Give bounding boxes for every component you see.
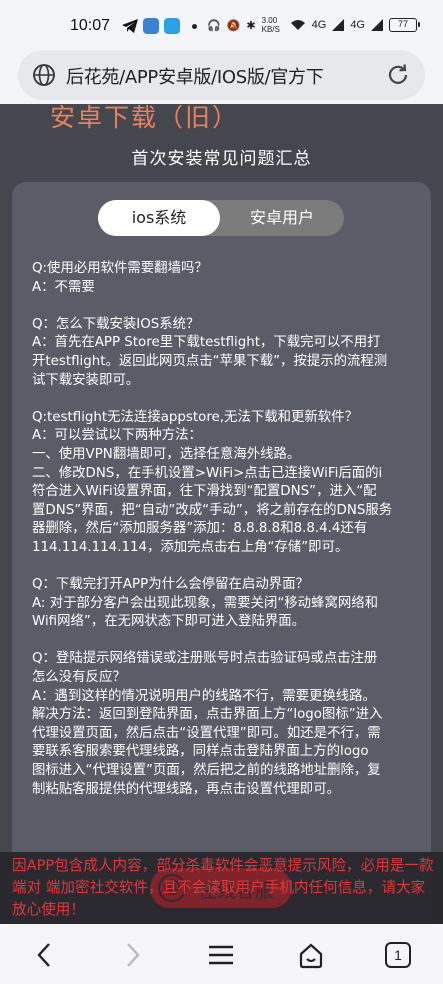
faq-question: Q:testflight无法连接appstore,无法下载和更新软件？ bbox=[32, 409, 358, 425]
menu-icon[interactable] bbox=[206, 940, 236, 970]
faq-item: Q：下载完打开APP为什么会停留在启动界面？ A: 对于部分客户会出现此现象，需… bbox=[32, 576, 418, 632]
status-bar: 10:07 🎧 🔕 ✱ 3.00 KB/S 4G 4G 77 bbox=[0, 0, 443, 44]
signal-1-icon bbox=[332, 19, 345, 31]
home-icon[interactable] bbox=[296, 940, 326, 970]
faq-answer: 图标进入“代理设置”页面，然后把之前的线路地址删除，复 bbox=[32, 763, 381, 779]
web-page: 安卓下载（旧） 首次安装常见问题汇总 ios系统 安卓用户 Q:使用必用软件需要… bbox=[0, 104, 443, 924]
mute-icon: 🔕 bbox=[226, 19, 241, 32]
tabs-count-button[interactable]: 1 bbox=[385, 942, 411, 968]
faq-answer: 开testflight。返回此网页点击“苹果下载”，按提示的流程测 bbox=[32, 353, 388, 369]
faq-answer: A：可以尝试以下两种方法： bbox=[32, 428, 202, 444]
url-text[interactable]: 后花苑/APP安卓版/IOS版/官方下 bbox=[66, 63, 384, 89]
faq-answer: 114.114.114.114，添加完点击右上角“存储”即可。 bbox=[32, 539, 349, 555]
faq-card: ios系统 安卓用户 Q:使用必用软件需要翻墙吗？ A：不需要 Q：怎么下载安装… bbox=[12, 182, 431, 924]
back-icon[interactable] bbox=[30, 940, 60, 970]
faq-answer: 一、使用VPN翻墙即可，选择任意海外线路。 bbox=[32, 446, 301, 462]
faq-question: Q：登陆提示网络错误或注册账号时点击验证码或点击注册 bbox=[32, 651, 378, 667]
faq-question: Q:使用必用软件需要翻墙吗？ bbox=[32, 261, 208, 276]
faq-item: Q:testflight无法连接appstore,无法下载和更新软件？ A：可以… bbox=[32, 409, 418, 558]
status-indicators: 🎧 🔕 ✱ 3.00 KB/S 4G 4G 77 bbox=[207, 16, 420, 34]
faq-answer: 试下载安装即可。 bbox=[32, 372, 140, 388]
warning-text: 因APP包含成人内容，部分杀毒软件会恶意提示风险，必用是一款端对 端加密社交软件… bbox=[12, 857, 434, 918]
platform-tabs: ios系统 安卓用户 bbox=[98, 200, 344, 236]
reload-icon[interactable] bbox=[385, 62, 411, 88]
faq-answer: 符合进入WiFi设置界面，往下滑找到“配置DNS”，进入“配 bbox=[32, 484, 377, 500]
faq-item: Q：怎么下载安装IOS系统？ A：首先在APP Store里下载testflig… bbox=[32, 316, 418, 390]
faq-question: Q：下载完打开APP为什么会停留在启动界面？ bbox=[32, 577, 309, 593]
browser-toolbar: 后花苑/APP安卓版/IOS版/官方下 bbox=[0, 44, 443, 104]
faq-answer: A: 对于部分客户会出现此现象，需要关闭“移动蜂窝网络和 bbox=[32, 595, 379, 611]
notification-dot-icon bbox=[192, 24, 197, 29]
globe-icon bbox=[33, 64, 55, 86]
faq-answer: 二、修改DNS，在手机设置>WiFi>点击已连接WiFi后面的i bbox=[32, 465, 383, 481]
app-icon-blue bbox=[143, 18, 159, 34]
status-time: 10:07 bbox=[70, 17, 111, 34]
risk-warning-banner: @ 在线客服 因APP包含成人内容，部分杀毒软件会恶意提示风险，必用是一款端对 … bbox=[0, 852, 443, 924]
browser-bottom-nav: 1 bbox=[0, 924, 443, 984]
telegram-icon bbox=[122, 19, 138, 33]
faq-answer: 解决方法：返回到登陆界面，点击界面上方“logo图标”进入 bbox=[32, 707, 383, 723]
faq-answer: 代理设置页面，然后点击“设置代理”即可。如还是不行，需 bbox=[32, 725, 381, 741]
faq-question: 怎么没有反应？ bbox=[32, 670, 126, 686]
wifi-icon bbox=[290, 20, 305, 30]
faq-answer: 置DNS”界面，把“自动”改成“手动”，将之前存在的DNS服务 bbox=[32, 502, 393, 518]
faq-answer: A：首先在APP Store里下载testflight，下载完可以不用打 bbox=[32, 335, 381, 351]
faq-item: Q：登陆提示网络错误或注册账号时点击验证码或点击注册 怎么没有反应？ A：遇到这… bbox=[32, 650, 418, 799]
faq-question: Q：怎么下载安装IOS系统？ bbox=[32, 316, 200, 332]
battery-icon: 77 bbox=[389, 18, 420, 32]
address-bar[interactable]: 后花苑/APP安卓版/IOS版/官方下 bbox=[18, 50, 425, 100]
faq-answer: 器删除，然后“添加服务器”添加：8.8.8.8和8.8.4.4还有 bbox=[32, 521, 368, 537]
headphones-icon: 🎧 bbox=[207, 19, 221, 32]
bluetooth-icon: ✱ bbox=[246, 19, 256, 32]
faq-item: Q:使用必用软件需要翻墙吗？ A：不需要 bbox=[32, 260, 418, 297]
faq-answer: A：遇到这样的情况说明用户的线路不行，需要更换线路。 bbox=[32, 688, 376, 704]
faq-answer: Wifi网络”，在无网状态下即可进入登陆界面。 bbox=[32, 614, 306, 630]
signal-2-icon bbox=[371, 19, 383, 31]
faq-answer: A：不需要 bbox=[32, 279, 95, 295]
forward-icon[interactable] bbox=[117, 940, 147, 970]
tab-ios[interactable]: ios系统 bbox=[98, 200, 220, 236]
faq-list: Q:使用必用软件需要翻墙吗？ A：不需要 Q：怎么下载安装IOS系统？ A：首先… bbox=[32, 260, 418, 818]
faq-answer: 要联系客服索要代理线路，同样点击登陆界面上方的logo bbox=[32, 744, 369, 760]
signal-2-label: 4G bbox=[350, 19, 365, 31]
section-heading: 首次安装常见问题汇总 bbox=[131, 149, 312, 169]
net-speed: 3.00 KB/S bbox=[261, 16, 280, 34]
app-icon-shield bbox=[164, 18, 180, 34]
tab-android[interactable]: 安卓用户 bbox=[220, 200, 344, 236]
faq-answer: 制粘贴客服提供的代理线路，再点击设置代理即可。 bbox=[32, 781, 340, 797]
signal-1-label: 4G bbox=[311, 19, 327, 31]
banner-title[interactable]: 安卓下载（旧） bbox=[50, 104, 239, 134]
